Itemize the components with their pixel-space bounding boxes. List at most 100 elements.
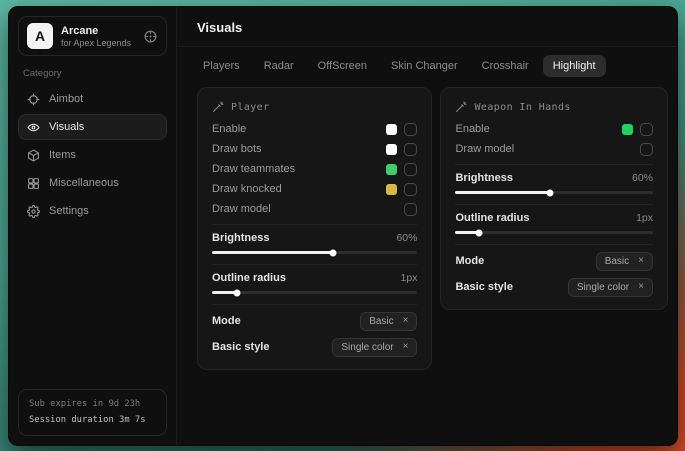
eye-icon	[27, 121, 40, 134]
settings-row-draw-knocked: Draw knocked	[212, 179, 417, 199]
card-player: Player Enable Draw bots Draw teammates Draw …	[197, 87, 432, 370]
sidebar-item-label: Visuals	[49, 121, 84, 133]
setting-label: Draw teammates	[212, 163, 295, 175]
tab-skin-changer[interactable]: Skin Changer	[381, 55, 468, 77]
settings-row-draw-bots: Draw bots	[212, 139, 417, 159]
color-swatch-draw-teammates[interactable]	[386, 164, 397, 175]
tab-radar[interactable]: Radar	[254, 55, 304, 77]
mode-select-chip[interactable]: Basic×	[360, 312, 417, 331]
setting-label: Draw bots	[212, 143, 262, 155]
tab-crosshair[interactable]: Crosshair	[472, 55, 539, 77]
outline-radius-slider[interactable]	[455, 231, 653, 234]
basic-style-select-chip[interactable]: Single color ×	[568, 278, 653, 297]
toggle-controls	[640, 143, 653, 156]
sidebar-item-miscellaneous[interactable]: Miscellaneous	[18, 170, 167, 196]
setting-label: Draw model	[212, 203, 271, 215]
enable-checkbox[interactable]	[640, 123, 653, 136]
sidebar-item-visuals[interactable]: Visuals	[18, 114, 167, 140]
tab-bar: PlayersRadarOffScreenSkin ChangerCrossha…	[177, 47, 677, 77]
sidebar-item-aimbot[interactable]: Aimbot	[18, 86, 167, 112]
slider-thumb[interactable]	[233, 289, 240, 296]
chip-label: Single color	[577, 282, 629, 293]
settings-row-mode: ModeBasic×	[455, 249, 653, 273]
toggle-controls	[386, 163, 417, 176]
page-title: Visuals	[197, 20, 657, 35]
chip-label: Basic	[605, 256, 629, 267]
sidebar-item-label: Items	[49, 149, 76, 161]
slider-value: 60%	[396, 232, 417, 244]
aim-icon	[27, 93, 40, 106]
tab-highlight[interactable]: Highlight	[543, 55, 606, 77]
app-subtitle: for Apex Legends	[61, 38, 131, 48]
slider-thumb[interactable]	[330, 249, 337, 256]
draw-model-checkbox[interactable]	[404, 203, 417, 216]
chip-remove-icon[interactable]: ×	[638, 256, 644, 266]
chip-remove-icon[interactable]: ×	[638, 282, 644, 292]
cube-icon	[27, 149, 40, 162]
main-panel: Visuals PlayersRadarOffScreenSkin Change…	[177, 7, 677, 445]
sidebar-item-label: Aimbot	[49, 93, 83, 105]
draw-model-checkbox[interactable]	[640, 143, 653, 156]
settings-row-brightness: Brightness 60%	[212, 229, 417, 259]
wand-icon	[212, 101, 224, 113]
session-duration-text: Session duration 3m 7s	[29, 413, 156, 428]
toggle-controls	[622, 123, 653, 136]
setting-label: Outline radius	[455, 212, 529, 224]
enable-checkbox[interactable]	[404, 123, 417, 136]
setting-label: Brightness	[455, 172, 512, 184]
app-title-block: Arcane for Apex Legends	[61, 25, 131, 48]
toggle-controls	[386, 123, 417, 136]
draw-knocked-checkbox[interactable]	[404, 183, 417, 196]
sidebar-item-items[interactable]: Items	[18, 142, 167, 168]
section-divider	[212, 224, 417, 225]
sidebar-nav: Aimbot Visuals Items MiscellaneousSettings	[18, 86, 167, 224]
basic-style-select-chip[interactable]: Single color×	[332, 338, 417, 357]
section-divider	[212, 304, 417, 305]
card-title-label: Player	[231, 102, 270, 113]
setting-label: Enable	[455, 123, 489, 135]
color-swatch-draw-knocked[interactable]	[386, 184, 397, 195]
outline-radius-slider[interactable]	[212, 291, 417, 294]
color-swatch-enable[interactable]	[622, 124, 633, 135]
slider-value: 1px	[636, 212, 653, 224]
mode-select-chip[interactable]: Basic ×	[596, 252, 653, 271]
settings-row-outline-radius: Outline radius1px	[212, 269, 417, 299]
slider-thumb[interactable]	[547, 189, 554, 196]
settings-row-mode: Mode Basic×	[212, 309, 417, 333]
app-name: Arcane	[61, 25, 131, 37]
settings-row-brightness: Brightness 60%	[455, 169, 653, 199]
setting-label: Draw model	[455, 143, 514, 155]
chip-remove-icon[interactable]: ×	[403, 316, 409, 326]
brightness-slider[interactable]	[212, 251, 417, 254]
brightness-slider[interactable]	[455, 191, 653, 194]
draw-bots-checkbox[interactable]	[404, 143, 417, 156]
chip-remove-icon[interactable]: ×	[403, 342, 409, 352]
setting-label: Mode	[212, 315, 241, 327]
gear-icon	[27, 205, 40, 218]
sidebar: A Arcane for Apex Legends Category Aimbo…	[9, 7, 177, 445]
settings-row-enable: Enable	[212, 119, 417, 139]
setting-label: Brightness	[212, 232, 269, 244]
color-swatch-draw-bots[interactable]	[386, 144, 397, 155]
color-swatch-enable[interactable]	[386, 124, 397, 135]
tab-players[interactable]: Players	[193, 55, 250, 77]
slider-value: 60%	[632, 172, 653, 184]
card-title: Weapon In Hands	[455, 99, 653, 115]
main-header: Visuals	[177, 7, 677, 47]
slider-thumb[interactable]	[476, 229, 483, 236]
card-title: Player	[212, 99, 417, 115]
category-label: Category	[23, 68, 162, 79]
setting-label: Basic style	[212, 341, 269, 353]
tab-offscreen[interactable]: OffScreen	[308, 55, 377, 77]
section-divider	[455, 244, 653, 245]
setting-label: Enable	[212, 123, 246, 135]
target-icon[interactable]	[143, 29, 158, 44]
wand-icon	[455, 101, 467, 113]
settings-row-basic-style: Basic style Single color×	[212, 335, 417, 359]
grid-icon	[27, 177, 40, 190]
draw-teammates-checkbox[interactable]	[404, 163, 417, 176]
app-logo: A	[27, 23, 53, 49]
sidebar-item-settings[interactable]: Settings	[18, 198, 167, 224]
settings-row-draw-model: Draw model	[212, 199, 417, 219]
sub-expiry-text: Sub expires in 9d 23h	[29, 397, 156, 412]
